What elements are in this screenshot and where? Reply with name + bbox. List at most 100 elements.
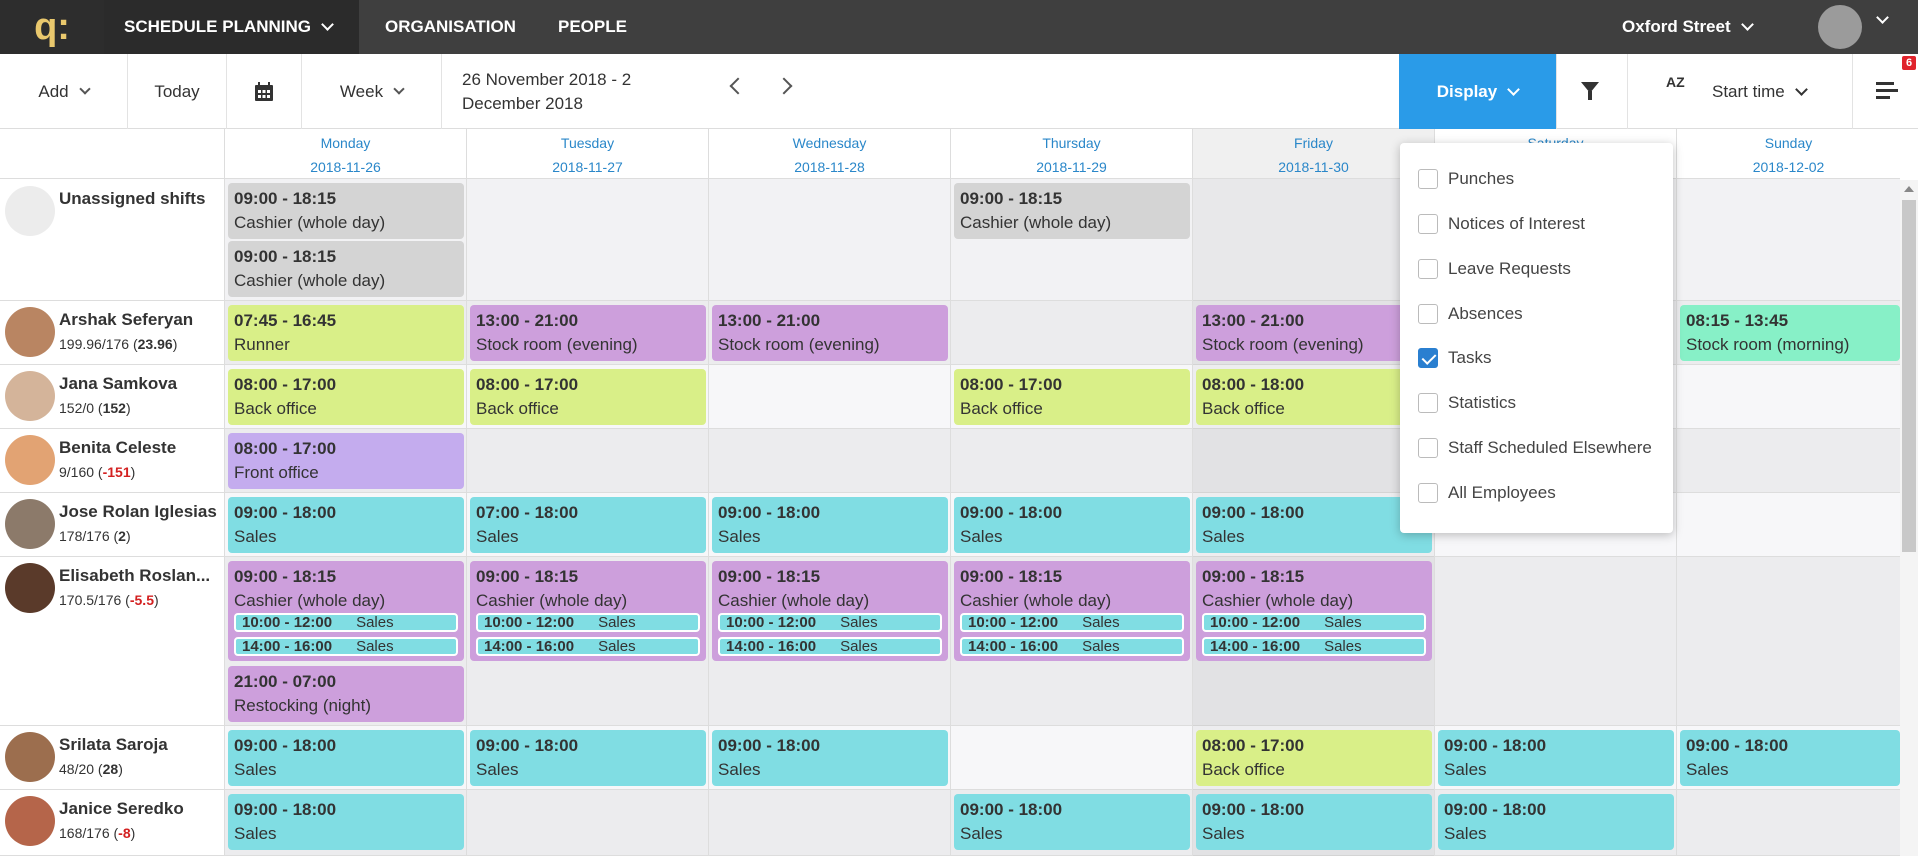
shift-card[interactable]: 09:00 - 18:00 Sales — [228, 730, 464, 786]
checkbox[interactable] — [1418, 304, 1438, 324]
shift-card[interactable]: 09:00 - 18:00 Sales — [712, 730, 948, 786]
shift-card[interactable]: 08:00 - 17:00 Back office — [954, 369, 1190, 425]
shift-card[interactable]: 09:00 - 18:15 Cashier (whole day) — [228, 241, 464, 297]
location-selector[interactable]: Oxford Street — [1622, 0, 1754, 54]
user-avatar[interactable] — [1818, 5, 1862, 49]
shift-card[interactable]: 09:00 - 18:00 Sales — [228, 497, 464, 553]
shift-card[interactable]: 08:00 - 17:00 Back office — [470, 369, 706, 425]
calendar-button[interactable] — [227, 54, 302, 129]
shift-card[interactable]: 09:00 - 18:00 Sales — [470, 730, 706, 786]
shift-time: 09:00 - 18:00 — [1444, 800, 1547, 819]
shift-card[interactable]: 09:00 - 18:15 Cashier (whole day) 10:00 -… — [712, 561, 948, 661]
task-item[interactable]: 14:00 - 16:00 Sales — [234, 637, 458, 656]
shift-card[interactable]: 09:00 - 18:00 Sales — [712, 497, 948, 553]
display-option-leave-requests[interactable]: Leave Requests — [1418, 257, 1571, 281]
task-item[interactable]: 10:00 - 12:00 Sales — [960, 613, 1184, 632]
shift-card[interactable]: 09:00 - 18:00 Sales — [1438, 730, 1674, 786]
person-name[interactable]: Elisabeth Roslan... — [59, 566, 219, 586]
shift-card[interactable]: 13:00 - 21:00 Stock room (evening) — [1196, 305, 1432, 361]
shift-card[interactable]: 09:00 - 18:15 Cashier (whole day) 10:00 -… — [1196, 561, 1432, 661]
shift-card[interactable]: 09:00 - 18:00 Sales — [1680, 730, 1900, 786]
nav-schedule-planning[interactable]: SCHEDULE PLANNING — [104, 0, 359, 54]
view-selector[interactable]: Week — [302, 54, 442, 129]
person-name[interactable]: Jana Samkova — [59, 374, 219, 394]
person-name[interactable]: Srilata Saroja — [59, 735, 219, 755]
day-header-sunday[interactable]: Sunday 2018-12-02 — [1676, 129, 1900, 179]
display-option-statistics[interactable]: Statistics — [1418, 391, 1516, 415]
person-name[interactable]: Unassigned shifts — [59, 189, 219, 209]
person-hours: 170.5/176 (-5.5) — [59, 592, 159, 608]
shift-card[interactable]: 21:00 - 07:00 Restocking (night) — [228, 666, 464, 722]
task-item[interactable]: 14:00 - 16:00 Sales — [1202, 637, 1426, 656]
shift-card[interactable]: 09:00 - 18:00 Sales — [954, 794, 1190, 850]
shift-card[interactable]: 09:00 - 18:15 Cashier (whole day) 10:00 -… — [954, 561, 1190, 661]
task-time: 14:00 - 16:00 — [968, 638, 1059, 655]
display-button[interactable]: Display — [1399, 54, 1556, 129]
checkbox[interactable] — [1418, 214, 1438, 234]
prev-week-icon[interactable] — [729, 77, 747, 95]
person-name[interactable]: Benita Celeste — [59, 438, 219, 458]
display-option-punches[interactable]: Punches — [1418, 167, 1514, 191]
add-label: Add — [38, 81, 69, 101]
person-name[interactable]: Jose Rolan Iglesias — [59, 502, 219, 522]
person-name[interactable]: Arshak Seferyan — [59, 310, 219, 330]
shift-card[interactable]: 08:00 - 17:00 Front office — [228, 433, 464, 489]
shift-card[interactable]: 08:00 - 18:00 Back office — [1196, 369, 1432, 425]
scrollbar-thumb[interactable] — [1902, 200, 1916, 552]
shift-card[interactable]: 09:00 - 18:00 Sales — [1196, 497, 1432, 553]
task-item[interactable]: 14:00 - 16:00 Sales — [476, 637, 700, 656]
checkbox[interactable] — [1418, 483, 1438, 503]
shift-card[interactable]: 09:00 - 18:00 Sales — [1438, 794, 1674, 850]
task-item[interactable]: 10:00 - 12:00 Sales — [718, 613, 942, 632]
day-header-monday[interactable]: Monday 2018-11-26 — [224, 129, 466, 179]
task-item[interactable]: 14:00 - 16:00 Sales — [718, 637, 942, 656]
shift-card[interactable]: 09:00 - 18:15 Cashier (whole day) — [954, 183, 1190, 239]
day-header-friday[interactable]: Friday 2018-11-30 — [1192, 129, 1434, 179]
task-item[interactable]: 10:00 - 12:00 Sales — [234, 613, 458, 632]
nav-organisation[interactable]: ORGANISATION — [385, 0, 516, 54]
display-option-all-employees[interactable]: All Employees — [1418, 481, 1556, 505]
add-button[interactable]: Add — [0, 54, 128, 129]
option-label: Absences — [1448, 304, 1523, 323]
col-divider — [708, 179, 709, 856]
shift-role: Cashier (whole day) — [234, 591, 386, 610]
shift-card[interactable]: 09:00 - 18:00 Sales — [954, 497, 1190, 553]
shift-card[interactable]: 09:00 - 18:00 Sales — [228, 794, 464, 850]
display-option-staff-elsewhere[interactable]: Staff Scheduled Elsewhere — [1418, 436, 1652, 460]
today-button[interactable]: Today — [128, 54, 227, 129]
checkbox-checked[interactable] — [1418, 348, 1438, 368]
task-item[interactable]: 10:00 - 12:00 Sales — [1202, 613, 1426, 632]
display-option-absences[interactable]: Absences — [1418, 302, 1523, 326]
shift-card[interactable]: 08:15 - 13:45 Stock room (morning) — [1680, 305, 1900, 361]
checkbox[interactable] — [1418, 259, 1438, 279]
display-option-notices[interactable]: Notices of Interest — [1418, 212, 1585, 236]
checkbox[interactable] — [1418, 393, 1438, 413]
shift-card[interactable]: 13:00 - 21:00 Stock room (evening) — [470, 305, 706, 361]
task-item[interactable]: 10:00 - 12:00 Sales — [476, 613, 700, 632]
shift-card[interactable]: 08:00 - 17:00 Back office — [1196, 730, 1432, 786]
shift-card[interactable]: 09:00 - 18:15 Cashier (whole day) 10:00 -… — [470, 561, 706, 661]
task-item[interactable]: 14:00 - 16:00 Sales — [960, 637, 1184, 656]
toolbar: Add Today Week 26 November 2018 - 2 Dece… — [0, 54, 1918, 129]
shift-card[interactable]: 07:45 - 16:45 Runner — [228, 305, 464, 361]
shift-card[interactable]: 07:00 - 18:00 Sales — [470, 497, 706, 553]
day-header-tuesday[interactable]: Tuesday 2018-11-27 — [466, 129, 708, 179]
checkbox[interactable] — [1418, 169, 1438, 189]
day-header-thursday[interactable]: Thursday 2018-11-29 — [950, 129, 1192, 179]
next-week-icon[interactable] — [775, 77, 793, 95]
shift-card[interactable]: 09:00 - 18:00 Sales — [1196, 794, 1432, 850]
filter-icon-stem — [1588, 91, 1592, 100]
app-logo[interactable]: q: — [0, 0, 104, 54]
nav-people[interactable]: PEOPLE — [558, 0, 627, 54]
shift-card[interactable]: 13:00 - 21:00 Stock room (evening) — [712, 305, 948, 361]
user-menu-chevron-icon[interactable] — [1876, 11, 1889, 24]
day-header-wednesday[interactable]: Wednesday 2018-11-28 — [708, 129, 950, 179]
shift-card[interactable]: 08:00 - 17:00 Back office — [228, 369, 464, 425]
display-option-tasks[interactable]: Tasks — [1418, 346, 1491, 370]
shift-card[interactable]: 09:00 - 18:15 Cashier (whole day) 10:00 -… — [228, 561, 464, 661]
person-name[interactable]: Janice Seredko — [59, 799, 219, 819]
shift-card[interactable]: 09:00 - 18:15 Cashier (whole day) — [228, 183, 464, 239]
sort-selector[interactable]: Start time — [1712, 54, 1808, 129]
checkbox[interactable] — [1418, 438, 1438, 458]
scroll-up-arrow-icon[interactable] — [1904, 186, 1914, 192]
